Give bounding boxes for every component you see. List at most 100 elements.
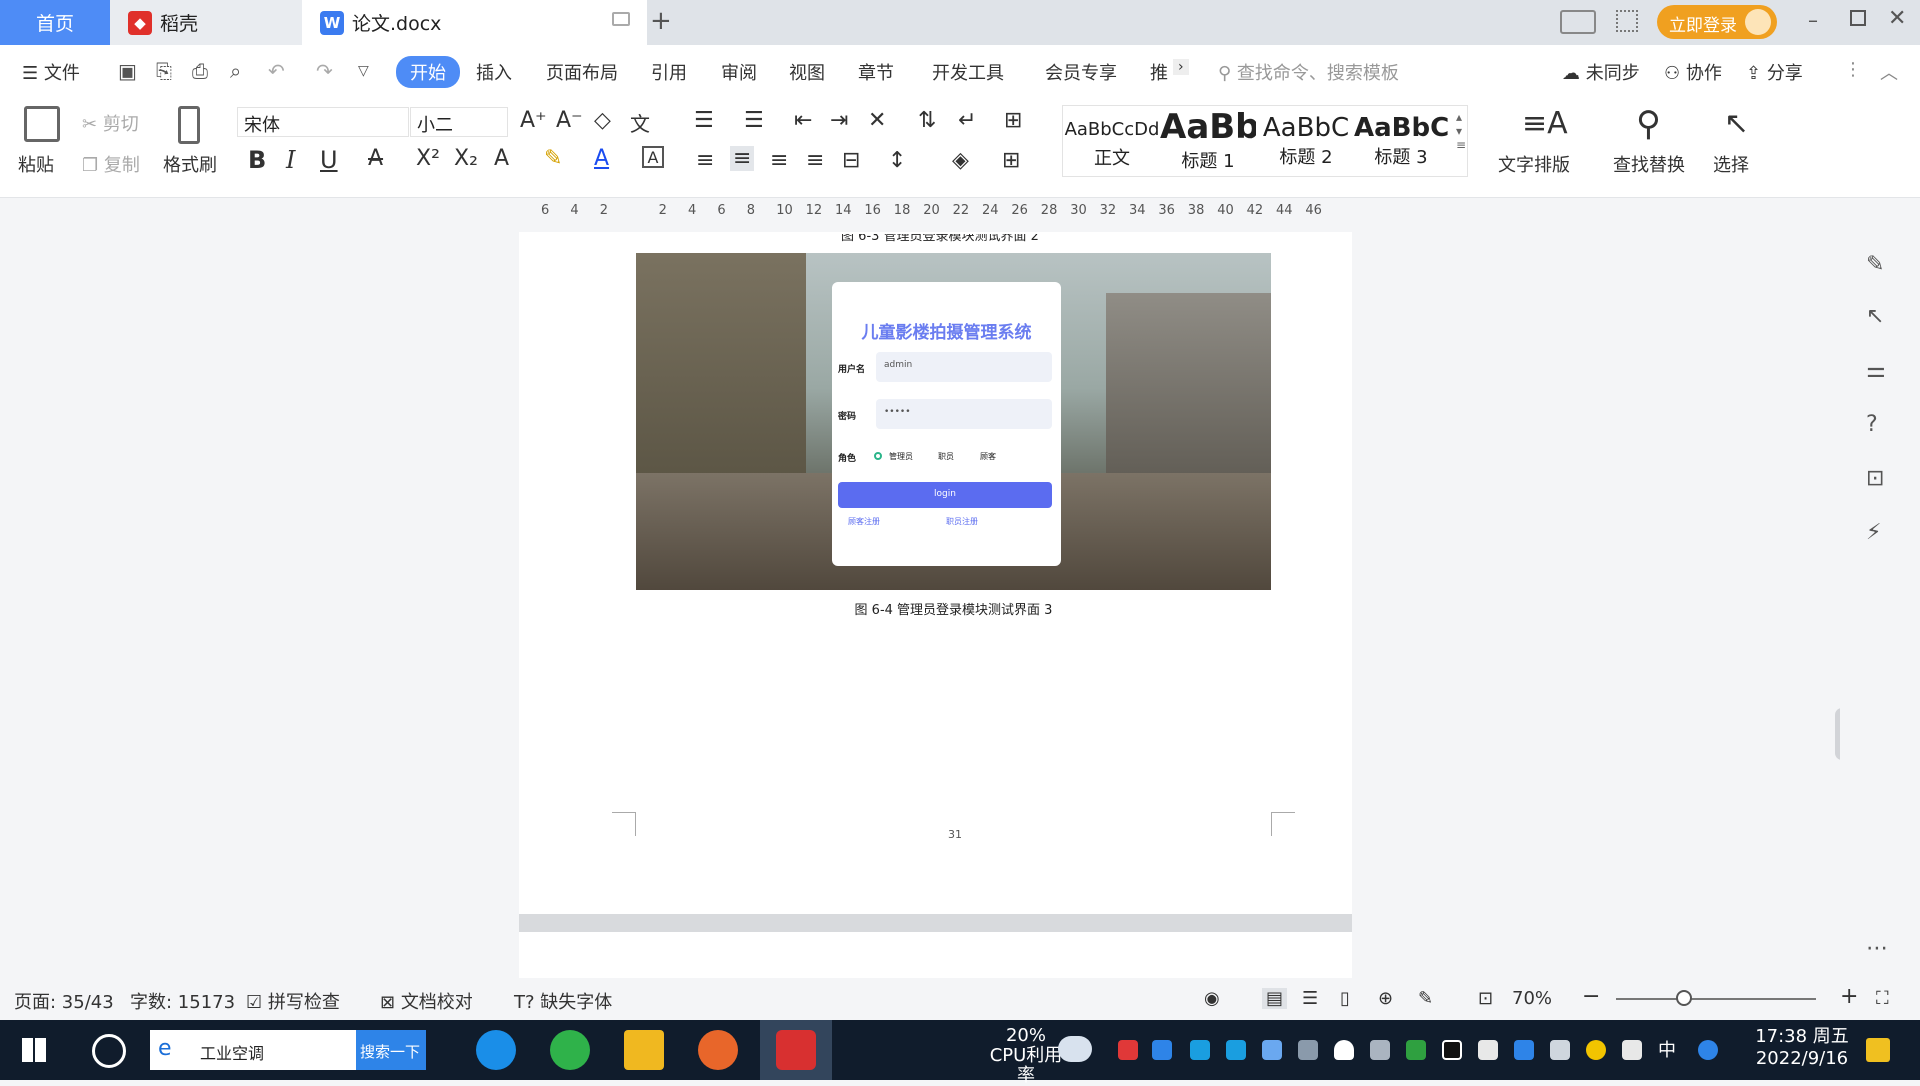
doc-proofread[interactable]: ⊠ 文档校对 xyxy=(380,988,473,1014)
ai-assist-icon[interactable]: ⚡ xyxy=(1866,520,1881,545)
copy-button[interactable]: ❐ 复制 xyxy=(82,151,140,177)
ime-indicator[interactable]: 中 xyxy=(1658,1036,1676,1062)
command-search[interactable]: ⚲ 查找命令、搜索模板 xyxy=(1218,59,1399,85)
justify-icon[interactable]: ≡ xyxy=(806,148,824,173)
pen-icon[interactable]: ✎ xyxy=(1866,252,1884,277)
cut-button[interactable]: ✂ 剪切 xyxy=(82,110,139,136)
chinese-layout-icon[interactable]: ✕ xyxy=(868,108,886,133)
word-count[interactable]: 字数: 15173 xyxy=(130,988,235,1014)
system-clock[interactable]: 17:38 周五 2022/9/16 xyxy=(1742,1026,1862,1070)
find-replace-button[interactable]: 查找替换 xyxy=(1613,151,1685,177)
menu-scroll-right-icon[interactable]: › xyxy=(1173,59,1189,75)
numbering-icon[interactable]: ☰ xyxy=(744,108,764,133)
tray-nvidia-icon[interactable] xyxy=(1406,1040,1426,1060)
style-heading3[interactable]: AaBbC 标题 3 xyxy=(1354,107,1448,173)
menu-view[interactable]: 视图 xyxy=(789,59,825,85)
shading-icon[interactable]: ◈ xyxy=(952,148,969,173)
preview-icon[interactable]: ⌕ xyxy=(230,59,241,83)
collapse-ribbon-icon[interactable]: ︿ xyxy=(1880,59,1898,85)
align-center-icon[interactable]: ≡ xyxy=(730,146,755,171)
help-icon[interactable]: ? xyxy=(1866,412,1878,437)
password-field[interactable]: ••••• xyxy=(876,399,1052,429)
font-color-icon[interactable]: A xyxy=(594,146,609,171)
outline-view-icon[interactable]: ☰ xyxy=(1302,988,1318,1009)
line-spacing-icon[interactable]: ↕ xyxy=(888,148,906,173)
menu-layout[interactable]: 页面布局 xyxy=(546,59,618,85)
menu-reference[interactable]: 引用 xyxy=(651,59,687,85)
style-heading1[interactable]: AaBb 标题 1 xyxy=(1160,107,1256,173)
sync-button[interactable]: ☁ 未同步 xyxy=(1562,59,1640,85)
format-painter-button[interactable]: 格式刷 xyxy=(163,151,217,177)
align-right-icon[interactable]: ≡ xyxy=(770,148,788,173)
undo-icon[interactable]: ↶ xyxy=(268,59,285,83)
save-icon[interactable]: ▣ xyxy=(118,59,137,83)
notification-bell-icon[interactable] xyxy=(1334,1040,1354,1060)
menu-more[interactable]: 推 xyxy=(1150,59,1168,85)
bluetooth-icon[interactable] xyxy=(1514,1040,1534,1060)
page-indicator[interactable]: 页面: 35/43 xyxy=(14,988,114,1014)
tab-document[interactable]: W 论文.docx xyxy=(302,0,647,45)
tab-home[interactable]: 首页 xyxy=(0,0,110,45)
pointer-icon[interactable]: ↖ xyxy=(1866,304,1884,329)
battery-icon[interactable] xyxy=(1478,1040,1498,1060)
menu-insert[interactable]: 插入 xyxy=(476,59,512,85)
login-button[interactable]: 立即登录 xyxy=(1657,5,1777,39)
bullets-icon[interactable]: ☰ xyxy=(694,108,714,133)
more-tools-icon[interactable]: ⋯ xyxy=(1866,936,1888,961)
share-button[interactable]: ⇪ 分享 xyxy=(1746,59,1803,85)
strikethrough-icon[interactable]: A xyxy=(368,146,383,171)
missing-font[interactable]: T? 缺失字体 xyxy=(514,988,612,1014)
phonetic-icon[interactable]: 文 xyxy=(630,108,650,137)
customer-register-link[interactable]: 顾客注册 xyxy=(848,516,880,527)
ie-browser-icon[interactable] xyxy=(476,1030,516,1070)
tray-shield-icon[interactable] xyxy=(1262,1040,1282,1060)
tray-green-icon[interactable] xyxy=(1586,1040,1606,1060)
decrease-indent-icon[interactable]: ⇤ xyxy=(794,108,812,133)
paste-button[interactable]: 粘贴 xyxy=(18,151,54,177)
doc-review-icon[interactable]: ⊡ xyxy=(1866,466,1884,491)
paste-icon[interactable] xyxy=(24,106,60,142)
grow-font-icon[interactable]: A⁺ xyxy=(520,108,547,133)
horizontal-ruler[interactable]: 6 4 2 2 4 6 8 10 12 14 16 18 20 22 24 26 28 30 32 34 36 38 40 4… xyxy=(0,198,1840,224)
tray-app-c-icon[interactable] xyxy=(1190,1040,1210,1060)
align-left-icon[interactable]: ≡ xyxy=(696,148,714,173)
highlight-icon[interactable]: ✎ xyxy=(544,146,562,171)
game-app-icon[interactable] xyxy=(698,1030,738,1070)
taskbar-search-field[interactable]: 工业空调 xyxy=(150,1030,356,1070)
wifi-icon[interactable] xyxy=(1298,1040,1318,1060)
web-view-icon[interactable]: ⊕ xyxy=(1378,988,1393,1009)
more-options-icon[interactable]: ⋮ xyxy=(1844,59,1862,80)
volume-icon[interactable] xyxy=(1622,1040,1642,1060)
windows-start-icon[interactable] xyxy=(22,1038,46,1062)
zoom-level[interactable]: 70% xyxy=(1512,988,1552,1009)
page-view-icon[interactable]: ▤ xyxy=(1262,988,1288,1009)
zoom-out-icon[interactable]: − xyxy=(1582,984,1600,1009)
italic-icon[interactable]: I xyxy=(286,146,295,174)
increase-indent-icon[interactable]: ⇥ xyxy=(830,108,848,133)
tray-security-icon[interactable] xyxy=(1118,1040,1138,1060)
tray-sync-icon[interactable] xyxy=(1370,1040,1390,1060)
spell-check[interactable]: ☑ 拼写检查 xyxy=(246,988,340,1014)
distribute-icon[interactable]: ⊟ xyxy=(842,148,860,173)
file-explorer-icon[interactable] xyxy=(624,1030,664,1070)
radio-selected-icon[interactable] xyxy=(874,452,882,460)
zoom-slider-thumb[interactable] xyxy=(1676,990,1692,1006)
settings-sliders-icon[interactable]: ⚌ xyxy=(1866,358,1886,383)
usb-drive-icon[interactable] xyxy=(1550,1040,1570,1060)
menu-chapter[interactable]: 章节 xyxy=(858,59,894,85)
staff-register-link[interactable]: 职员注册 xyxy=(946,516,978,527)
export-icon[interactable]: ⎘ xyxy=(156,59,172,83)
zoom-in-icon[interactable]: + xyxy=(1840,984,1858,1009)
borders-icon[interactable]: ⊞ xyxy=(1002,148,1020,173)
font-family-select[interactable]: 宋体 xyxy=(237,107,409,137)
menu-devtools[interactable]: 开发工具 xyxy=(932,59,1004,85)
minimize-icon[interactable]: – xyxy=(1808,8,1818,32)
monitor-icon[interactable] xyxy=(612,12,630,26)
username-field[interactable]: admin xyxy=(876,352,1052,382)
menu-review[interactable]: 审阅 xyxy=(721,59,757,85)
superscript-icon[interactable]: X² xyxy=(416,146,440,171)
shrink-font-icon[interactable]: A⁻ xyxy=(556,108,583,133)
new-tab-button[interactable]: + xyxy=(650,6,672,36)
restore-icon[interactable] xyxy=(1850,10,1866,26)
role-admin[interactable]: 管理员 xyxy=(889,451,913,462)
